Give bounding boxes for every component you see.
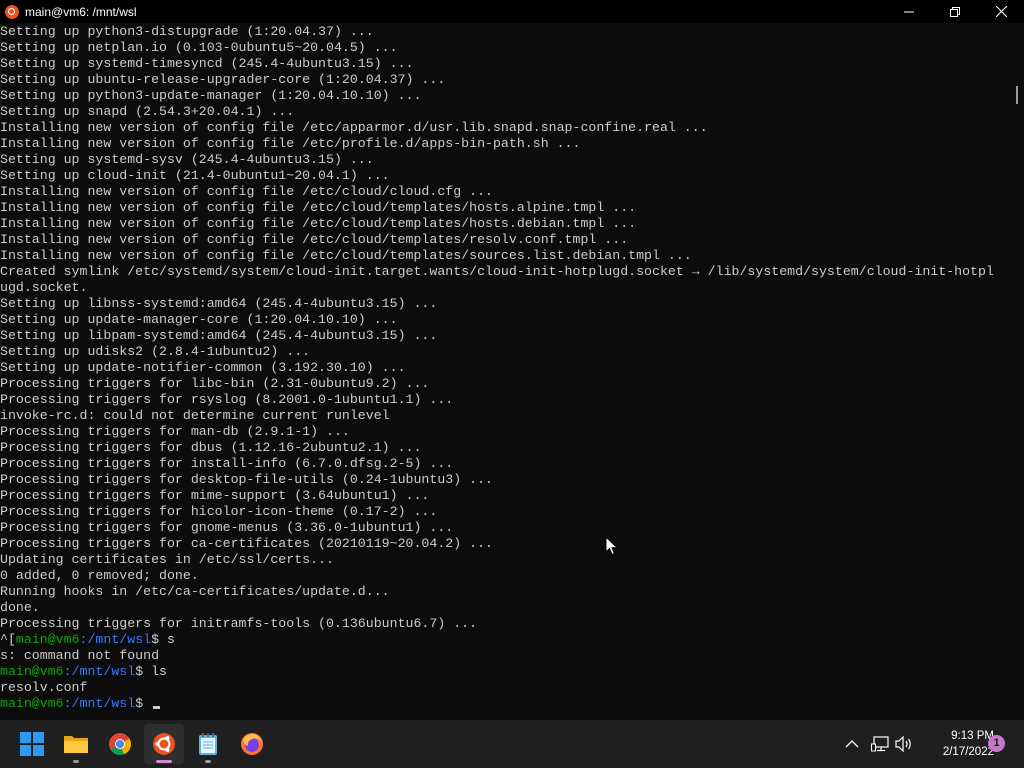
terminal-output[interactable]: Setting up python3-distupgrade (1:20.04.… xyxy=(0,24,1012,720)
terminal-line: Installing new version of config file /e… xyxy=(0,232,629,247)
window-title: main@vm6: /mnt/wsl xyxy=(25,4,137,19)
taskbar-ubuntu[interactable] xyxy=(144,724,184,764)
running-indicator xyxy=(73,760,79,763)
terminal-line: Setting up netplan.io (0.103-0ubuntu5~20… xyxy=(0,40,398,55)
prompt-user: main@vm6 xyxy=(15,632,80,647)
terminal-line: 0 added, 0 removed; done. xyxy=(0,568,199,583)
terminal-line: Setting up update-notifier-common (3.192… xyxy=(0,360,406,375)
active-indicator xyxy=(156,760,172,763)
maximize-button[interactable] xyxy=(932,0,978,23)
terminal-line: Setting up python3-distupgrade (1:20.04.… xyxy=(0,24,374,39)
terminal-line: Installing new version of config file /e… xyxy=(0,136,581,151)
show-hidden-icons-button[interactable] xyxy=(842,734,862,754)
chrome-icon xyxy=(109,733,132,756)
terminal-line: Processing triggers for man-db (2.9.1-1)… xyxy=(0,424,350,439)
ubuntu-icon xyxy=(153,733,175,755)
prompt-user: main@vm6 xyxy=(0,664,64,679)
terminal-line: Processing triggers for desktop-file-uti… xyxy=(0,472,493,487)
terminal-prompt-line: ^[main@vm6:/mnt/wsl$ s xyxy=(0,632,1012,648)
terminal-line: Setting up systemd-sysv (245.4-4ubuntu3.… xyxy=(0,152,374,167)
notepad-icon xyxy=(199,733,217,755)
terminal-line: Processing triggers for libc-bin (2.31-0… xyxy=(0,376,430,391)
terminal-line: Processing triggers for initramfs-tools … xyxy=(0,616,478,631)
notification-badge[interactable]: 1 xyxy=(988,735,1005,752)
windows-logo-icon xyxy=(20,732,44,756)
terminal-prompt-line: main@vm6:/mnt/wsl$ ls xyxy=(0,664,1012,680)
terminal-line: Processing triggers for gnome-menus (3.3… xyxy=(0,520,454,535)
close-icon xyxy=(995,6,1007,17)
restore-icon xyxy=(950,6,960,17)
prompt-command: ls xyxy=(151,664,167,679)
ubuntu-icon xyxy=(5,4,19,19)
taskbar-chrome[interactable] xyxy=(100,724,140,764)
clock-date: 2/17/2022 xyxy=(942,746,994,758)
taskbar-notepad[interactable] xyxy=(188,724,228,764)
prompt-user: main@vm6 xyxy=(0,696,64,711)
terminal-line: Setting up cloud-init (21.4-0ubuntu1~20.… xyxy=(0,168,390,183)
terminal-cursor xyxy=(153,706,161,709)
terminal-line: Setting up udisks2 (2.8.4-1ubuntu2) ... xyxy=(0,344,311,359)
clock-time: 9:13 PM xyxy=(951,730,994,742)
terminal-line: Setting up systemd-timesyncd (245.4-4ubu… xyxy=(0,56,414,71)
terminal-line: Updating certificates in /etc/ssl/certs.… xyxy=(0,552,334,567)
close-button[interactable] xyxy=(978,0,1024,23)
terminal-line: Running hooks in /etc/ca-certificates/up… xyxy=(0,584,390,599)
terminal-line: Setting up update-manager-core (1:20.04.… xyxy=(0,312,398,327)
terminal-line: Processing triggers for rsyslog (8.2001.… xyxy=(0,392,454,407)
taskbar-file-explorer[interactable] xyxy=(56,724,96,764)
prompt-path: :/mnt/wsl xyxy=(79,632,152,647)
terminal-line: Setting up python3-update-manager (1:20.… xyxy=(0,88,422,103)
prompt-path: :/mnt/wsl xyxy=(63,696,136,711)
minimize-icon xyxy=(904,11,914,12)
terminal-line: done. xyxy=(0,600,40,615)
taskbar xyxy=(0,720,1024,768)
terminal-line: ugd.socket. xyxy=(0,280,88,295)
terminal-line: Processing triggers for dbus (1.12.16-2u… xyxy=(0,440,422,455)
chevron-up-icon xyxy=(845,740,859,748)
window-controls xyxy=(886,0,1024,23)
taskbar-firefox[interactable] xyxy=(232,724,272,764)
terminal-line: Installing new version of config file /e… xyxy=(0,248,692,263)
firefox-icon xyxy=(241,733,263,755)
terminal-line: Setting up snapd (2.54.3+20.04.1) ... xyxy=(0,104,295,119)
start-button[interactable] xyxy=(12,724,52,764)
terminal-line: Processing triggers for mime-support (3.… xyxy=(0,488,430,503)
terminal-line: Installing new version of config file /e… xyxy=(0,200,637,215)
prompt-command: s xyxy=(167,632,175,647)
terminal-line: Created symlink /etc/systemd/system/clou… xyxy=(0,264,994,279)
prompt-prefix: ^[ xyxy=(0,632,16,647)
network-icon xyxy=(871,736,889,752)
terminal-prompt-line: main@vm6:/mnt/wsl$ xyxy=(0,696,1012,712)
volume-icon xyxy=(895,736,911,752)
terminal-line: Installing new version of config file /e… xyxy=(0,216,637,231)
network-button[interactable] xyxy=(870,734,890,754)
terminal-line: Processing triggers for hicolor-icon-the… xyxy=(0,504,438,519)
terminal-line: Installing new version of config file /e… xyxy=(0,184,493,199)
folder-icon xyxy=(64,736,88,753)
terminal-output-line: resolv.conf xyxy=(0,680,88,695)
terminal-line: Setting up libpam-systemd:amd64 (245.4-4… xyxy=(0,328,438,343)
terminal-line: Processing triggers for ca-certificates … xyxy=(0,536,493,551)
terminal-line: Setting up ubuntu-release-upgrader-core … xyxy=(0,72,446,87)
volume-button[interactable] xyxy=(894,734,914,754)
terminal-line: invoke-rc.d: could not determine current… xyxy=(0,408,390,423)
minimize-button[interactable] xyxy=(886,0,932,23)
window-title-bar[interactable]: main@vm6: /mnt/wsl xyxy=(0,0,1024,23)
terminal-line: Setting up libnss-systemd:amd64 (245.4-4… xyxy=(0,296,438,311)
mouse-pointer-icon xyxy=(605,536,619,556)
prompt-path: :/mnt/wsl xyxy=(63,664,136,679)
terminal-output-line: s: command not found xyxy=(0,648,160,663)
prompt-symbol: $ xyxy=(135,696,152,711)
taskbar-clock[interactable]: 9:13 PM 2/17/2022 xyxy=(918,728,994,760)
prompt-symbol: $ xyxy=(151,632,167,647)
running-indicator xyxy=(205,760,211,763)
terminal-scrollbar[interactable] xyxy=(1016,86,1018,104)
prompt-symbol: $ xyxy=(135,664,152,679)
terminal-line: Installing new version of config file /e… xyxy=(0,120,708,135)
terminal-line: Processing triggers for install-info (6.… xyxy=(0,456,454,471)
